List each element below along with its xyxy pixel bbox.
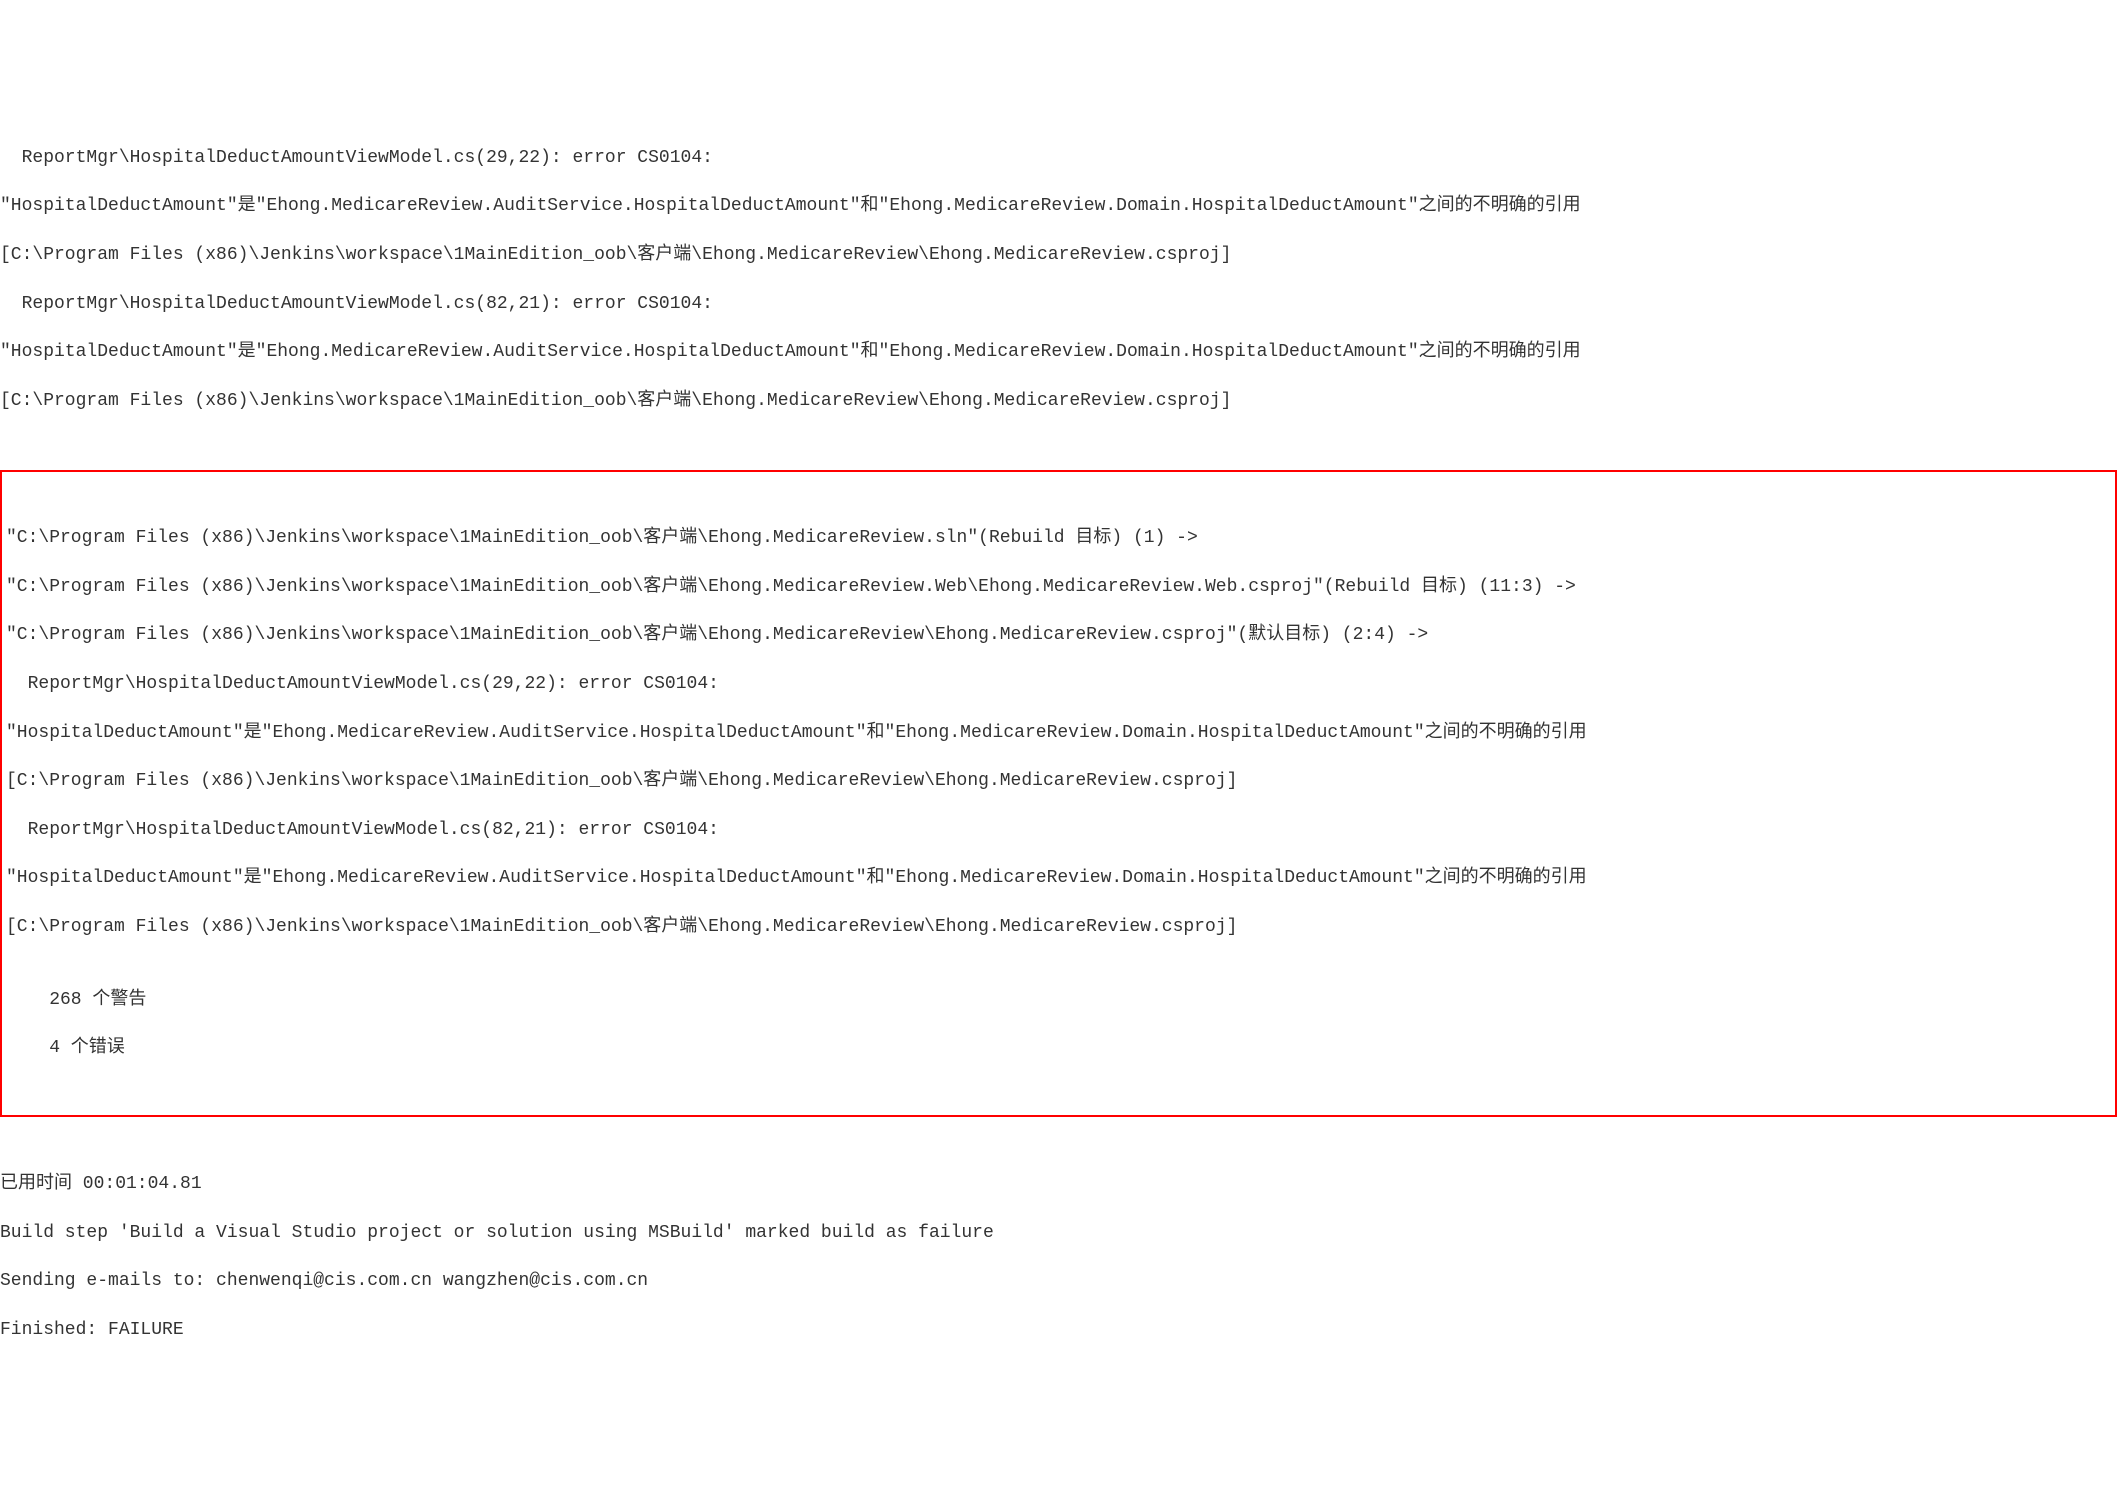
log-line: [C:\Program Files (x86)\Jenkins\workspac… (0, 243, 2117, 267)
log-line: [C:\Program Files (x86)\Jenkins\workspac… (0, 389, 2117, 413)
log-line: ReportMgr\HospitalDeductAmountViewModel.… (6, 818, 2111, 842)
log-line: [C:\Program Files (x86)\Jenkins\workspac… (6, 915, 2111, 939)
warning-count-line: 268 个警告 (6, 988, 2111, 1012)
log-line: "C:\Program Files (x86)\Jenkins\workspac… (6, 526, 2111, 550)
build-step-failure-line: Build step 'Build a Visual Studio projec… (0, 1221, 2117, 1245)
log-line: "C:\Program Files (x86)\Jenkins\workspac… (6, 623, 2111, 647)
log-line: "HospitalDeductAmount"是"Ehong.MedicareRe… (0, 340, 2117, 364)
build-footer-section: 已用时间 00:01:04.81 Build step 'Build a Vis… (0, 1148, 2117, 1367)
log-line: ReportMgr\HospitalDeductAmountViewModel.… (0, 146, 2117, 170)
upper-error-section: ReportMgr\HospitalDeductAmountViewModel.… (0, 121, 2117, 437)
email-notification-line: Sending e-mails to: chenwenqi@cis.com.cn… (0, 1269, 2117, 1293)
log-line: ReportMgr\HospitalDeductAmountViewModel.… (0, 292, 2117, 316)
error-count-line: 4 个错误 (6, 1036, 2111, 1060)
log-line: ReportMgr\HospitalDeductAmountViewModel.… (6, 672, 2111, 696)
log-line: "HospitalDeductAmount"是"Ehong.MedicareRe… (0, 194, 2117, 218)
build-log-output: ReportMgr\HospitalDeductAmountViewModel.… (0, 97, 2117, 1390)
log-line: "C:\Program Files (x86)\Jenkins\workspac… (6, 575, 2111, 599)
build-finished-line: Finished: FAILURE (0, 1318, 2117, 1342)
elapsed-time-line: 已用时间 00:01:04.81 (0, 1172, 2117, 1196)
log-line: "HospitalDeductAmount"是"Ehong.MedicareRe… (6, 866, 2111, 890)
log-line: "HospitalDeductAmount"是"Ehong.MedicareRe… (6, 721, 2111, 745)
highlighted-error-block: "C:\Program Files (x86)\Jenkins\workspac… (0, 470, 2117, 1118)
